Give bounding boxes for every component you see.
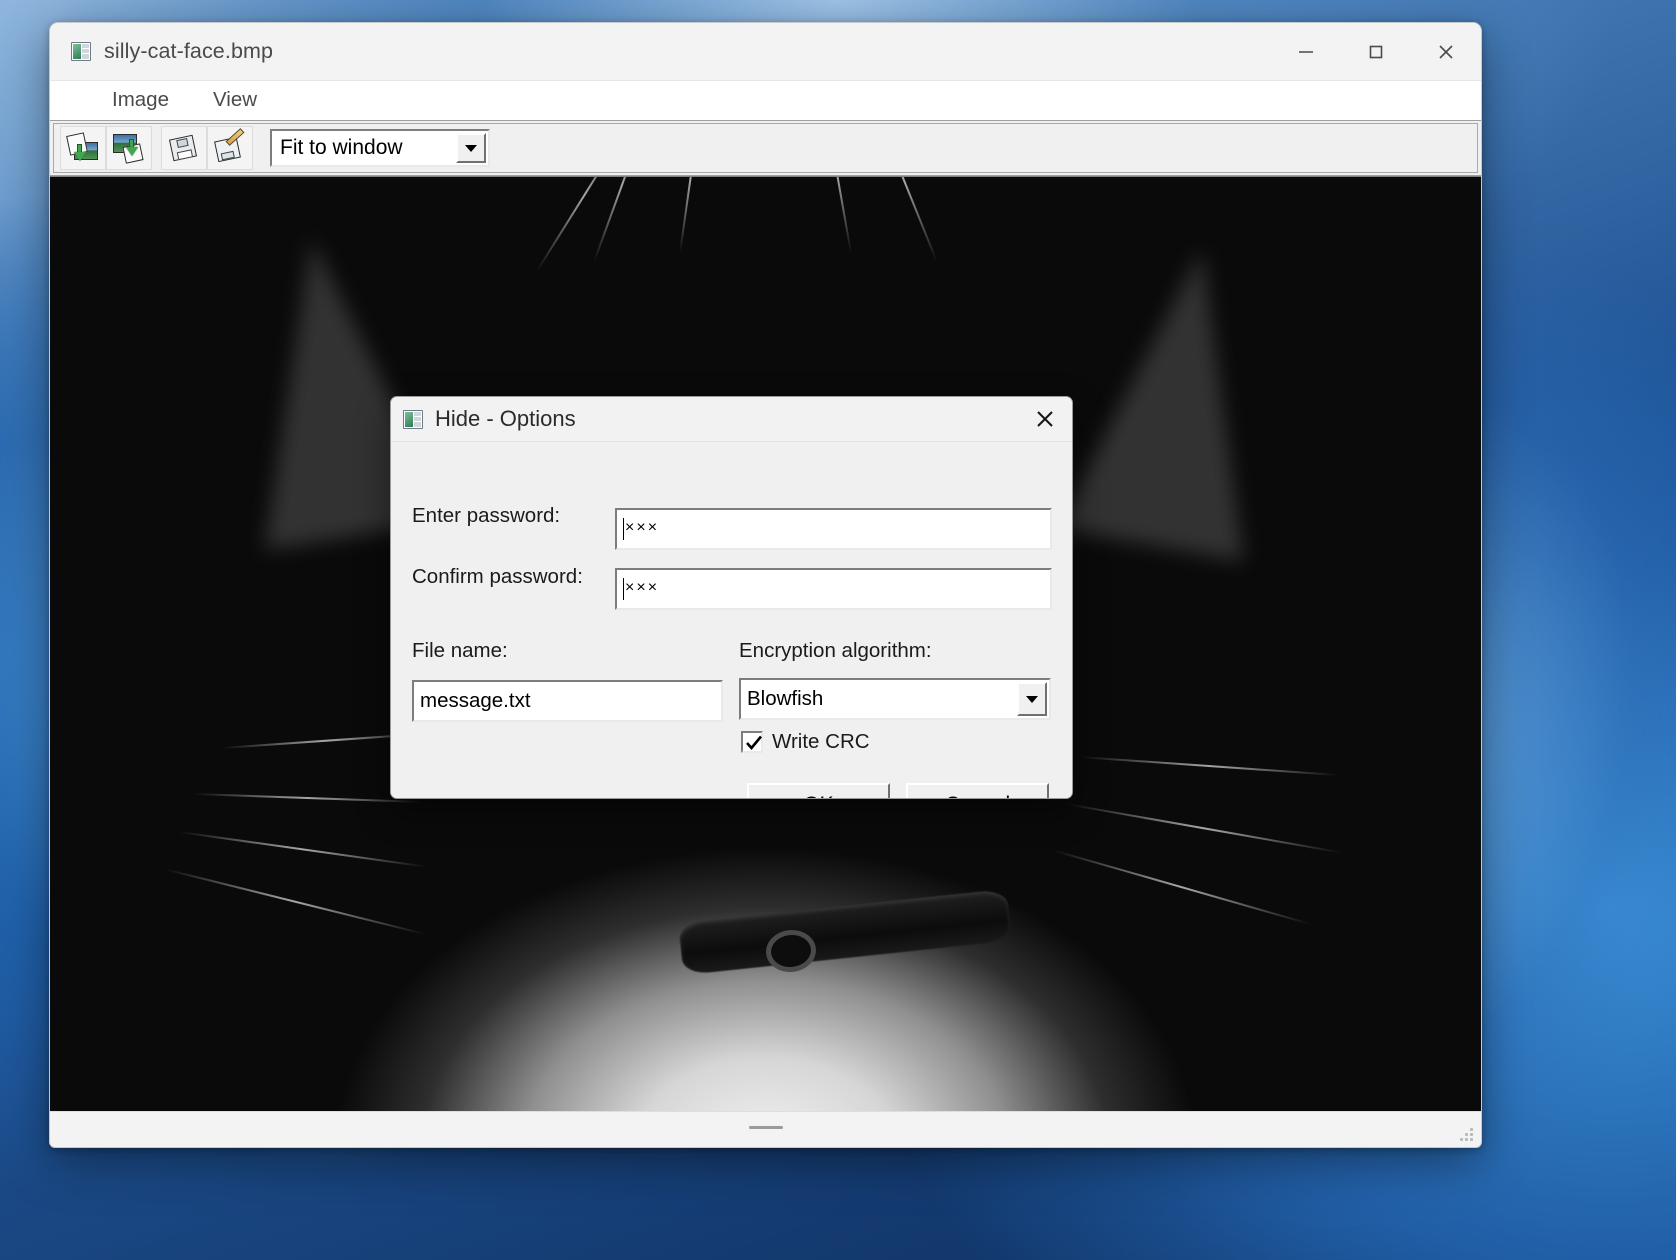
- close-icon: [1037, 411, 1053, 427]
- save-button[interactable]: [161, 126, 207, 170]
- window-title: silly-cat-face.bmp: [104, 39, 274, 63]
- zoom-dropdown-button[interactable]: [456, 133, 486, 163]
- image-document-icon: [71, 42, 91, 61]
- write-crc-checkbox[interactable]: [741, 731, 763, 753]
- encryption-dropdown-button[interactable]: [1017, 682, 1047, 716]
- zoom-mode-combobox[interactable]: Fit to window: [270, 129, 490, 167]
- image-document-icon: [403, 409, 423, 429]
- dialog-body: Enter password: ××× Confirm password: ××…: [391, 442, 1072, 798]
- toolbar-separator-2: [253, 124, 262, 172]
- close-icon: [1439, 44, 1453, 59]
- encryption-algorithm-label: Encryption algorithm:: [739, 639, 932, 662]
- chevron-down-icon: [465, 144, 477, 152]
- file-name-label: File name:: [412, 639, 508, 662]
- write-crc-label: Write CRC: [772, 730, 870, 753]
- floppy-save-icon: [167, 132, 201, 164]
- dialog-titlebar: Hide - Options: [391, 397, 1072, 442]
- menu-image[interactable]: Image: [112, 90, 169, 111]
- cat-ear-right: [1056, 232, 1296, 562]
- maximize-button[interactable]: [1341, 23, 1411, 80]
- maximize-icon: [1369, 45, 1383, 58]
- menu-view[interactable]: View: [213, 90, 257, 111]
- window-statusbar: [50, 1111, 1481, 1147]
- pencil-edit-icon: [213, 128, 247, 164]
- window-grip-handle[interactable]: [748, 1126, 783, 1129]
- extract-button[interactable]: [60, 126, 106, 170]
- text-caret-2: [623, 578, 624, 600]
- hide-options-dialog: Hide - Options Enter password: ××× Confi…: [390, 396, 1073, 799]
- extract-from-image-icon: [66, 132, 100, 164]
- dialog-close-button[interactable]: [1018, 397, 1072, 441]
- minimize-button[interactable]: [1271, 23, 1341, 80]
- confirm-password-label: Confirm password:: [412, 565, 583, 588]
- confirm-password-input[interactable]: ×××: [615, 568, 1052, 610]
- chevron-down-icon: [1026, 695, 1038, 703]
- close-button[interactable]: [1411, 23, 1481, 80]
- text-caret: [623, 518, 624, 540]
- encryption-algorithm-combobox[interactable]: Blowfish: [739, 678, 1051, 720]
- toolbar-separator: [152, 124, 161, 172]
- file-name-value: message.txt: [420, 689, 531, 712]
- window-titlebar: silly-cat-face.bmp: [50, 23, 1481, 80]
- write-crc-checkbox-row[interactable]: Write CRC: [741, 730, 870, 754]
- cat-collar: [677, 888, 1012, 975]
- ok-button[interactable]: OK: [747, 783, 890, 798]
- resize-grip-icon[interactable]: [1459, 1127, 1473, 1141]
- encryption-algorithm-value: Blowfish: [747, 687, 824, 710]
- enter-password-value: ×××: [625, 519, 660, 536]
- confirm-password-value: ×××: [625, 579, 660, 596]
- enter-password-label: Enter password:: [412, 504, 561, 527]
- enter-password-input[interactable]: ×××: [615, 508, 1052, 550]
- dialog-title: Hide - Options: [435, 406, 576, 431]
- caption-button-group: [1271, 23, 1481, 80]
- hide-button[interactable]: [106, 126, 152, 170]
- minimize-icon: [1299, 50, 1313, 53]
- checkmark-icon: [746, 735, 763, 750]
- cancel-button[interactable]: Cancel: [906, 783, 1049, 798]
- edit-button[interactable]: [207, 126, 253, 170]
- file-name-input[interactable]: message.txt: [412, 680, 723, 722]
- hide-into-image-icon: [112, 132, 146, 164]
- window-toolbar: Fit to window: [50, 120, 1481, 176]
- window-menubar: Image View: [50, 80, 1481, 120]
- zoom-mode-value: Fit to window: [280, 136, 403, 159]
